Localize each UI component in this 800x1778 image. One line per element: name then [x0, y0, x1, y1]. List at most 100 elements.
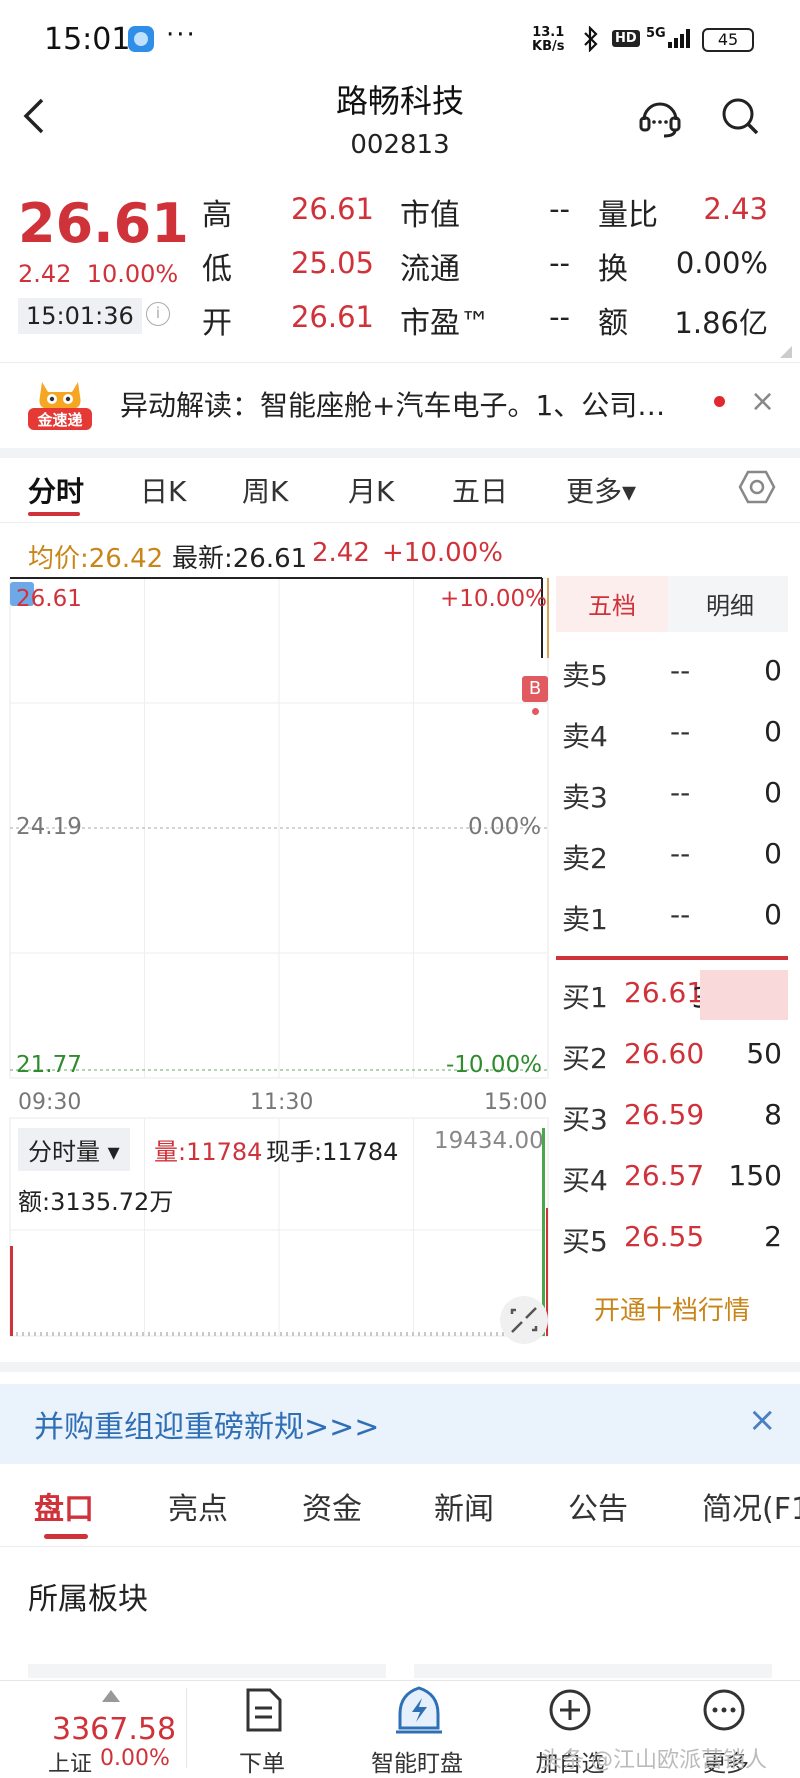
anomaly-news-text[interactable]: 异动解读：智能座舱+汽车电子。1、公司… [120, 384, 700, 424]
volume-bar [490, 1332, 492, 1336]
chevron-down-icon: ▾ [107, 1138, 120, 1166]
nav-order[interactable]: 下单 [212, 1744, 312, 1778]
volume-bar [346, 1332, 348, 1336]
change-percent: 10.00% [86, 260, 179, 288]
bid-volume-1: 50 [746, 1037, 782, 1070]
volume-value: 量:11784 [154, 1138, 263, 1166]
volume-bar [34, 1332, 36, 1336]
x-tick-close: 15:00 [484, 1090, 548, 1115]
banner-close-icon[interactable]: × [750, 384, 775, 419]
ask-price-0[interactable]: -- [670, 654, 690, 687]
amount-label: 额 [598, 306, 628, 341]
tab-overview[interactable]: 简况(F1 [702, 1484, 800, 1528]
info-icon[interactable]: i [146, 302, 170, 326]
pct-tick-mid: 0.00% [468, 814, 542, 840]
tab-intraday[interactable]: 分时 [28, 470, 84, 510]
section-divider [0, 448, 800, 458]
tab-orderbook[interactable]: 盘口 [34, 1484, 94, 1528]
tab-five-levels[interactable]: 五档 [588, 586, 636, 621]
high-label: 高 [202, 198, 232, 233]
volume-bar [328, 1332, 330, 1336]
volume-bar [316, 1332, 318, 1336]
tab-details[interactable]: 明细 [706, 586, 754, 621]
pct-tick-bottom: -10.00% [446, 1052, 542, 1078]
more-icon[interactable] [702, 1688, 746, 1736]
volume-bar [292, 1332, 294, 1336]
tab-announcements[interactable]: 公告 [568, 1484, 628, 1528]
volume-bar [340, 1332, 342, 1336]
tab-five-day[interactable]: 五日 [452, 470, 508, 510]
volume-bar [496, 1332, 498, 1336]
change-amount: 2.42 [18, 260, 72, 288]
volume-bar [196, 1332, 198, 1336]
volume-bar [370, 1332, 372, 1336]
volume-bar [286, 1332, 288, 1336]
ask-price-4[interactable]: -- [670, 898, 690, 931]
volume-bar [100, 1332, 102, 1336]
customer-service-icon[interactable] [638, 96, 682, 140]
volume-max: 19434.00 [434, 1128, 544, 1154]
low-label: 低 [202, 252, 232, 287]
tab-highlights[interactable]: 亮点 [168, 1484, 228, 1528]
volume-bar [136, 1332, 138, 1336]
volume-bar [460, 1332, 462, 1336]
chart-settings-icon[interactable] [738, 468, 776, 506]
volume-bar [142, 1332, 144, 1336]
ask-price-3[interactable]: -- [670, 837, 690, 870]
tab-more[interactable]: 更多▾ [566, 470, 636, 510]
status-time: 15:01 [44, 22, 131, 57]
golden-express-logo: 金速递 [26, 378, 94, 432]
volume-bar [322, 1332, 324, 1336]
volume-bar [166, 1332, 168, 1336]
tab-daily-k[interactable]: 日K [140, 470, 186, 510]
order-icon[interactable] [242, 1686, 284, 1738]
ask-volume-4: 0 [764, 898, 782, 931]
tab-weekly-k[interactable]: 周K [242, 470, 288, 510]
tab-news[interactable]: 新闻 [434, 1484, 494, 1528]
ask-volume-0: 0 [764, 654, 782, 687]
sector-card[interactable] [414, 1664, 772, 1678]
volume-bar [160, 1332, 162, 1336]
index-value[interactable]: 3367.58 [52, 1712, 176, 1747]
volume-bar [250, 1332, 252, 1336]
volume-selector-label: 分时量 [28, 1138, 100, 1166]
low-value: 25.05 [290, 246, 374, 280]
volume-amount: 额:3135.72万 [18, 1188, 174, 1216]
index-name: 上证 [48, 1752, 93, 1777]
volume-bar [124, 1332, 126, 1336]
volume-bar [190, 1332, 192, 1336]
ask-price-2[interactable]: -- [670, 776, 690, 809]
volume-bar [466, 1332, 468, 1336]
ask-price-1[interactable]: -- [670, 715, 690, 748]
tab-monthly-k[interactable]: 月K [348, 470, 394, 510]
nav-smart-monitor[interactable]: 智能盯盘 [362, 1744, 472, 1778]
sector-card[interactable] [28, 1664, 386, 1678]
volume-bar [22, 1332, 24, 1336]
search-icon[interactable] [720, 96, 760, 136]
add-watchlist-icon[interactable] [548, 1688, 592, 1736]
promo-close-icon[interactable]: × [748, 1400, 777, 1440]
open-level10-link[interactable]: 开通十档行情 [556, 1290, 788, 1327]
volume-bar [82, 1332, 84, 1336]
tab-funds[interactable]: 资金 [302, 1484, 362, 1528]
open-label: 开 [202, 306, 232, 341]
smart-monitor-icon[interactable] [394, 1684, 444, 1740]
amount-value: 1.86亿 [674, 306, 768, 340]
buy-signal-marker[interactable]: B [522, 676, 548, 702]
volume-bar [238, 1332, 240, 1336]
volume-bar [268, 1332, 270, 1336]
bid-volume-4: 2 [764, 1220, 782, 1253]
ask-label-2: 卖3 [562, 781, 608, 814]
bid-label-4: 买5 [562, 1225, 608, 1258]
intraday-chart[interactable] [0, 566, 556, 1346]
tab-underline [28, 512, 80, 516]
network-type: 5G [646, 26, 666, 41]
y-tick-mid: 24.19 [16, 814, 82, 840]
volume-bar [436, 1332, 438, 1336]
corner-fold-icon [780, 346, 792, 358]
pe-value: -- [549, 300, 570, 334]
promo-text[interactable]: 并购重组迎重磅新规>>> [34, 1402, 379, 1446]
volume-bar [484, 1332, 486, 1336]
volume-selector[interactable]: 分时量 ▾ [18, 1128, 130, 1171]
fullscreen-icon[interactable] [500, 1296, 548, 1344]
